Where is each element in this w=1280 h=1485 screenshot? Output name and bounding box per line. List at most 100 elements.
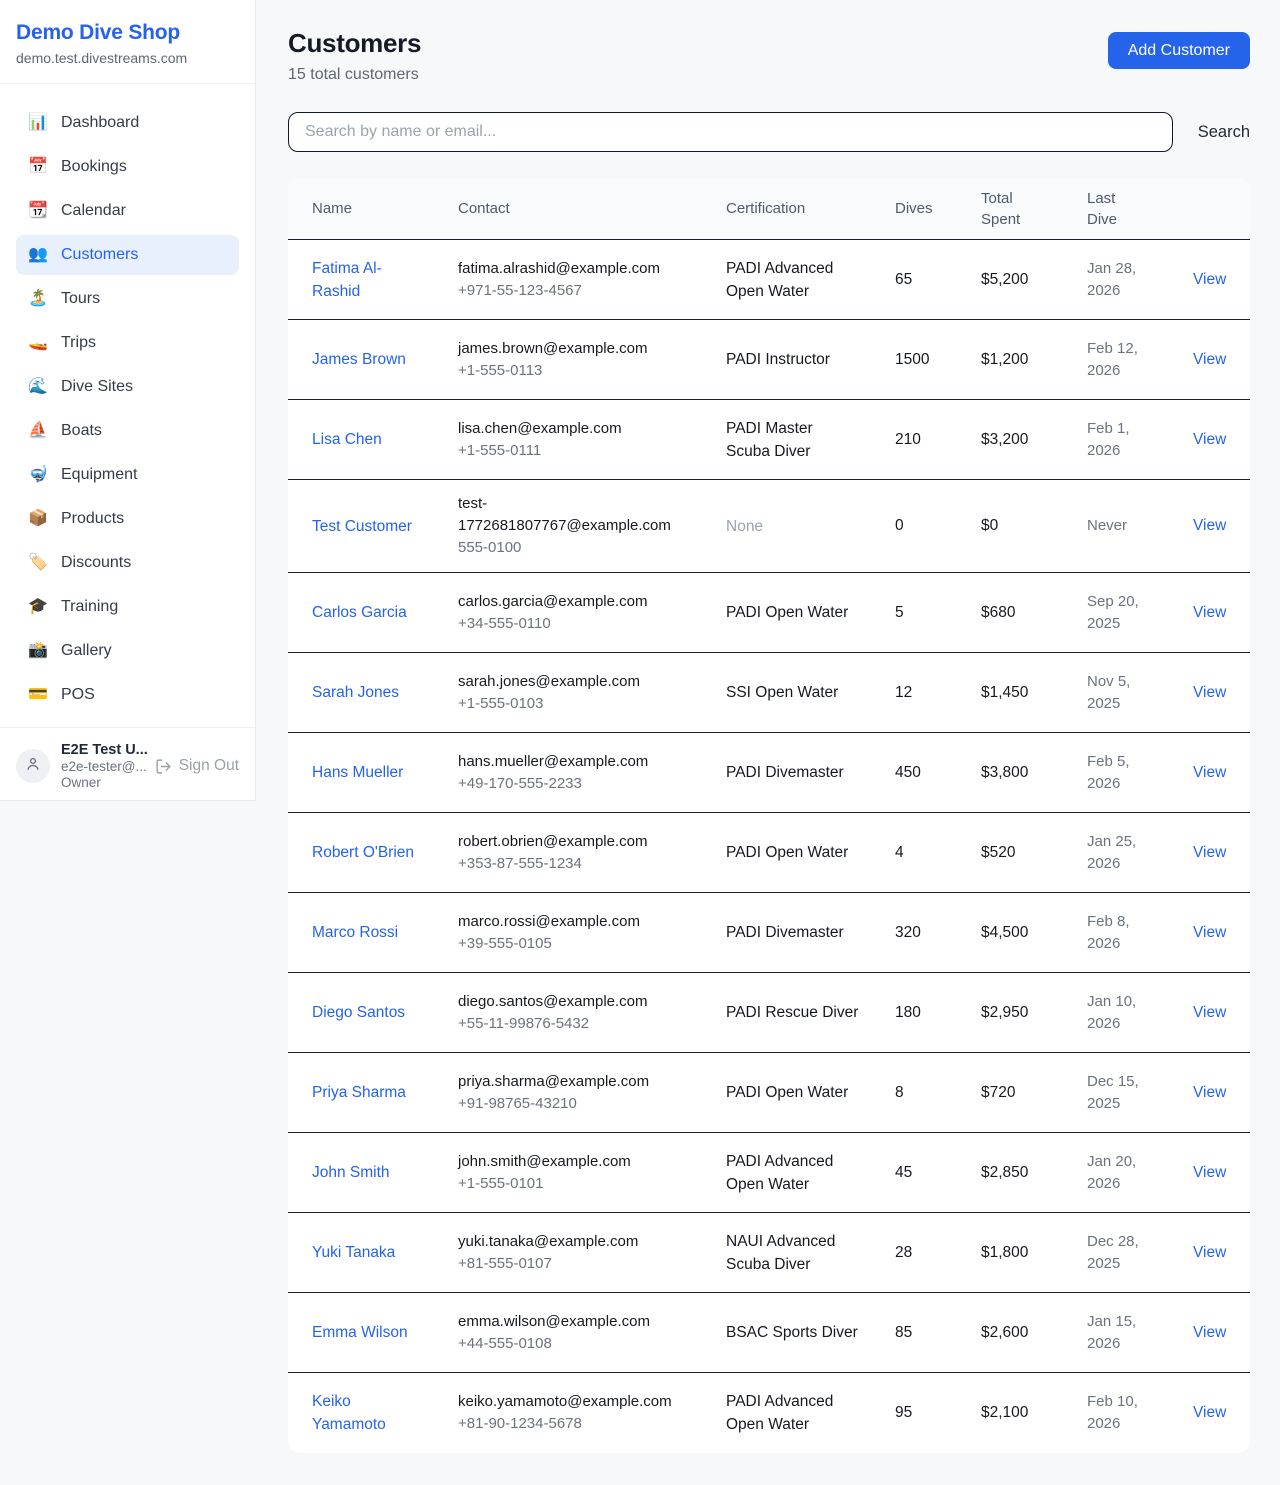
customer-certification: NAUI Advanced Scuba Diver — [726, 1230, 860, 1276]
view-link[interactable]: View — [1193, 684, 1226, 701]
search-input[interactable] — [288, 112, 1173, 152]
customer-name-link[interactable]: Keiko Yamamoto — [312, 1390, 416, 1436]
customer-actions-cell: View — [1193, 604, 1226, 622]
customer-certification-cell: PADI Open Water — [726, 601, 895, 624]
view-link[interactable]: View — [1193, 351, 1226, 368]
table-row: Robert O'Brien robert.obrien@example.com… — [288, 813, 1250, 893]
view-link[interactable]: View — [1193, 844, 1226, 861]
customer-name-link[interactable]: Priya Sharma — [312, 1081, 406, 1104]
sidebar-item-tours[interactable]: 🏝️ Tours — [16, 279, 239, 319]
view-link[interactable]: View — [1193, 517, 1226, 534]
customer-dives: 28 — [895, 1244, 981, 1262]
customer-name-link[interactable]: Test Customer — [312, 515, 412, 538]
view-link[interactable]: View — [1193, 271, 1226, 288]
customer-name-link[interactable]: Sarah Jones — [312, 681, 399, 704]
sidebar-item-calendar[interactable]: 📆 Calendar — [16, 191, 239, 231]
sidebar-item-label: Boats — [61, 422, 102, 440]
customer-actions-cell: View — [1193, 1404, 1226, 1422]
sidebar-item-pos[interactable]: 💳 POS — [16, 675, 239, 715]
customer-certification: PADI Open Water — [726, 1081, 848, 1104]
sidebar-item-dive-sites[interactable]: 🌊 Dive Sites — [16, 367, 239, 407]
customer-total-spent: $2,600 — [981, 1324, 1087, 1342]
customer-email: james.brown@example.com — [458, 338, 688, 360]
sign-out-button[interactable]: Sign Out — [155, 757, 239, 775]
view-link[interactable]: View — [1193, 924, 1226, 941]
sidebar-item-products[interactable]: 📦 Products — [16, 499, 239, 539]
table-row: Keiko Yamamoto keiko.yamamoto@example.co… — [288, 1373, 1250, 1453]
column-header-certification: Certification — [726, 200, 895, 217]
view-link[interactable]: View — [1193, 1084, 1226, 1101]
table-row: Marco Rossi marco.rossi@example.com +39-… — [288, 893, 1250, 973]
customer-dives: 12 — [895, 684, 981, 702]
sidebar-item-discounts[interactable]: 🏷️ Discounts — [16, 543, 239, 583]
customer-total-spent: $520 — [981, 844, 1087, 862]
page-title: Customers — [288, 28, 421, 59]
column-header-last-dive: Last Dive — [1087, 188, 1193, 230]
sidebar-item-label: Customers — [61, 246, 138, 264]
customer-name-link[interactable]: Marco Rossi — [312, 921, 398, 944]
customer-last-dive: Feb 8, 2026 — [1087, 911, 1159, 955]
customer-name-link[interactable]: Emma Wilson — [312, 1321, 408, 1344]
customer-contact-cell: robert.obrien@example.com +353-87-555-12… — [458, 831, 726, 875]
customer-name-link[interactable]: Diego Santos — [312, 1001, 405, 1024]
customer-name-cell: Keiko Yamamoto — [312, 1390, 458, 1436]
customer-phone: +91-98765-43210 — [458, 1093, 688, 1115]
view-link[interactable]: View — [1193, 604, 1226, 621]
sidebar-item-gallery[interactable]: 📸 Gallery — [16, 631, 239, 671]
customer-email: keiko.yamamoto@example.com — [458, 1391, 688, 1413]
column-header-total-spent: Total Spent — [981, 188, 1087, 230]
search-button[interactable]: Search — [1198, 123, 1250, 142]
view-link[interactable]: View — [1193, 1164, 1226, 1181]
add-customer-button[interactable]: Add Customer — [1108, 32, 1250, 69]
customer-total-spent: $3,800 — [981, 764, 1087, 782]
customer-last-dive: Jan 15, 2026 — [1087, 1311, 1159, 1355]
camera-icon: 📸 — [28, 643, 48, 659]
customer-email: fatima.alrashid@example.com — [458, 258, 688, 280]
sidebar-item-dashboard[interactable]: 📊 Dashboard — [16, 103, 239, 143]
customer-certification: PADI Open Water — [726, 841, 848, 864]
column-header-dives: Dives — [895, 200, 981, 217]
sidebar-item-equipment[interactable]: 🤿 Equipment — [16, 455, 239, 495]
view-link[interactable]: View — [1193, 1324, 1226, 1341]
customer-certification: PADI Divemaster — [726, 921, 844, 944]
customer-last-dive: Sep 20, 2025 — [1087, 591, 1159, 635]
sidebar-item-boats[interactable]: ⛵ Boats — [16, 411, 239, 451]
view-link[interactable]: View — [1193, 431, 1226, 448]
view-link[interactable]: View — [1193, 1244, 1226, 1261]
view-link[interactable]: View — [1193, 1004, 1226, 1021]
view-link[interactable]: View — [1193, 764, 1226, 781]
customer-contact-cell: sarah.jones@example.com +1-555-0103 — [458, 671, 726, 715]
customer-total-spent: $1,200 — [981, 351, 1087, 369]
customer-certification-cell: PADI Advanced Open Water — [726, 1390, 895, 1436]
diving-mask-icon: 🤿 — [28, 467, 48, 483]
customer-last-dive: Jan 28, 2026 — [1087, 258, 1159, 302]
page-header: Customers 15 total customers Add Custome… — [288, 28, 1250, 84]
customer-email: diego.santos@example.com — [458, 991, 688, 1013]
view-link[interactable]: View — [1193, 1404, 1226, 1421]
customer-email: robert.obrien@example.com — [458, 831, 688, 853]
sidebar-item-trips[interactable]: 🚤 Trips — [16, 323, 239, 363]
table-row: John Smith john.smith@example.com +1-555… — [288, 1133, 1250, 1213]
customer-certification: BSAC Sports Diver — [726, 1321, 858, 1344]
customer-name-link[interactable]: James Brown — [312, 348, 406, 371]
customer-name-link[interactable]: Lisa Chen — [312, 428, 382, 451]
customer-last-dive-cell: Nov 5, 2025 — [1087, 671, 1193, 715]
customer-certification-cell: PADI Instructor — [726, 348, 895, 371]
sidebar-item-training[interactable]: 🎓 Training — [16, 587, 239, 627]
customer-certification-cell: NAUI Advanced Scuba Diver — [726, 1230, 895, 1276]
customer-name-link[interactable]: Yuki Tanaka — [312, 1241, 395, 1264]
customer-name-link[interactable]: Carlos Garcia — [312, 601, 407, 624]
sidebar-item-customers[interactable]: 👥 Customers — [16, 235, 239, 275]
customer-name-cell: Emma Wilson — [312, 1321, 458, 1344]
customer-certification-cell: PADI Divemaster — [726, 921, 895, 944]
sidebar-item-bookings[interactable]: 📅 Bookings — [16, 147, 239, 187]
customer-name-link[interactable]: Robert O'Brien — [312, 841, 414, 864]
wave-icon: 🌊 — [28, 379, 48, 395]
customer-name-link[interactable]: Fatima Al-Rashid — [312, 257, 416, 303]
customer-last-dive-cell: Dec 15, 2025 — [1087, 1071, 1193, 1115]
customer-name-link[interactable]: John Smith — [312, 1161, 390, 1184]
customer-phone: +44-555-0108 — [458, 1333, 688, 1355]
customer-contact-cell: fatima.alrashid@example.com +971-55-123-… — [458, 258, 726, 302]
customer-name-link[interactable]: Hans Mueller — [312, 761, 403, 784]
customer-name-cell: Yuki Tanaka — [312, 1241, 458, 1264]
